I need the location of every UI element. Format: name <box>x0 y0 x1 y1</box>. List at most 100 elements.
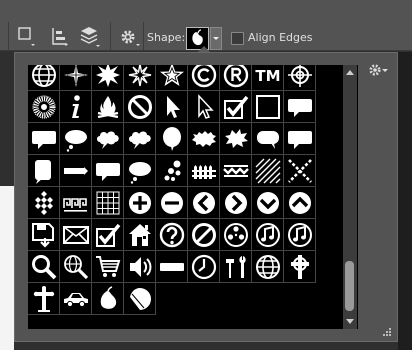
compass-star-icon <box>63 65 88 87</box>
shape-cell[interactable] <box>28 123 60 155</box>
shape-cell[interactable] <box>284 187 316 219</box>
shape-cell[interactable] <box>60 251 92 283</box>
shape-cell[interactable] <box>220 219 252 251</box>
shape-cell[interactable] <box>28 251 60 283</box>
shape-cell[interactable] <box>60 155 92 187</box>
shape-cell[interactable] <box>28 91 60 123</box>
shape-cell[interactable] <box>28 219 60 251</box>
shape-cell[interactable] <box>156 251 188 283</box>
shape-cell[interactable] <box>188 155 220 187</box>
shape-cell[interactable] <box>252 91 284 123</box>
gear-icon[interactable] <box>120 28 142 51</box>
checkerboard-icon <box>34 190 53 215</box>
no-symbol-icon <box>127 94 152 119</box>
shape-cell[interactable] <box>252 251 284 283</box>
shape-cell[interactable] <box>92 187 124 219</box>
shape-label: Shape: <box>147 31 186 44</box>
shape-cell[interactable] <box>92 123 124 155</box>
resize-grip-icon[interactable] <box>382 327 392 340</box>
shape-cell[interactable] <box>60 91 92 123</box>
shape-cell[interactable] <box>284 251 316 283</box>
shape-cell[interactable] <box>60 283 92 315</box>
shape-cell[interactable] <box>156 219 188 251</box>
path-arrangement-icon[interactable] <box>80 26 100 51</box>
shape-cell[interactable] <box>188 91 220 123</box>
shape-cell[interactable] <box>92 283 124 315</box>
shape-cell[interactable] <box>220 155 252 187</box>
shape-cell[interactable] <box>60 187 92 219</box>
grid-icon <box>96 191 119 214</box>
shape-cell[interactable] <box>284 91 316 123</box>
shape-cell[interactable] <box>220 91 252 123</box>
shape-cell[interactable] <box>92 91 124 123</box>
crosshair-target-icon <box>287 65 312 87</box>
picker-menu-gear-icon[interactable] <box>368 63 390 80</box>
shape-cell[interactable] <box>124 123 156 155</box>
path-operations-icon[interactable] <box>18 27 36 50</box>
picker-scrollbar[interactable] <box>343 65 357 329</box>
shape-cell[interactable] <box>220 123 252 155</box>
shape-cell[interactable] <box>124 91 156 123</box>
shape-cell[interactable] <box>124 251 156 283</box>
shape-cell[interactable] <box>28 155 60 187</box>
diagonal-lines-icon <box>255 158 280 183</box>
scroll-down-arrow-icon[interactable] <box>346 319 354 324</box>
shape-cell[interactable] <box>28 65 60 91</box>
shape-cell[interactable] <box>124 65 156 91</box>
rounded-bubble-icon <box>256 130 279 149</box>
shape-cell[interactable] <box>60 219 92 251</box>
shape-cell[interactable] <box>156 155 188 187</box>
shape-cell[interactable] <box>28 283 60 315</box>
shape-cell[interactable] <box>188 219 220 251</box>
shape-cell[interactable] <box>124 187 156 219</box>
shape-cell[interactable] <box>92 251 124 283</box>
shape-cell[interactable] <box>60 123 92 155</box>
shape-picker-dropdown[interactable] <box>210 27 222 50</box>
shape-cell[interactable] <box>188 187 220 219</box>
shape-cell[interactable] <box>252 155 284 187</box>
shape-cell[interactable] <box>124 155 156 187</box>
shape-cell[interactable] <box>124 283 156 315</box>
shape-cell[interactable] <box>284 65 316 91</box>
question-circle-icon <box>159 222 184 247</box>
path-alignment-icon[interactable] <box>51 27 69 50</box>
rectangle-bar-icon <box>159 262 184 271</box>
minus-circle-icon <box>160 191 183 214</box>
shape-cell[interactable] <box>252 187 284 219</box>
shape-cell[interactable] <box>252 123 284 155</box>
shape-cell[interactable] <box>220 187 252 219</box>
align-edges-label[interactable]: Align Edges <box>248 31 313 44</box>
shape-cell[interactable] <box>28 187 60 219</box>
shape-cell[interactable] <box>92 65 124 91</box>
shape-cell[interactable] <box>124 219 156 251</box>
scroll-up-arrow-icon[interactable] <box>346 70 354 75</box>
shape-cell[interactable] <box>92 219 124 251</box>
shape-cell[interactable] <box>284 123 316 155</box>
options-toolbar: Shape: Align Edges <box>0 0 412 51</box>
shape-cell[interactable] <box>156 187 188 219</box>
shape-cell[interactable] <box>188 65 220 91</box>
shape-cell[interactable] <box>188 123 220 155</box>
trademark-icon: TM <box>255 67 280 85</box>
shape-cell[interactable] <box>188 251 220 283</box>
shape-cell[interactable] <box>60 65 92 91</box>
campfire-icon <box>97 95 118 118</box>
scroll-thumb[interactable] <box>345 261 354 311</box>
shape-cell[interactable] <box>156 65 188 91</box>
shape-cell[interactable]: TM <box>252 65 284 91</box>
ball-icon <box>129 287 151 310</box>
web-search-icon <box>63 254 88 279</box>
shape-grid-viewport: TM <box>28 65 358 329</box>
shape-cell[interactable] <box>252 219 284 251</box>
shape-cell[interactable] <box>284 155 316 187</box>
shape-cell[interactable] <box>220 65 252 91</box>
shape-cell[interactable] <box>156 91 188 123</box>
align-edges-checkbox[interactable] <box>231 32 244 45</box>
shape-cell[interactable] <box>92 155 124 187</box>
outline-arrow-cursor-icon <box>197 93 214 119</box>
shape-cell[interactable] <box>156 123 188 155</box>
shape-cell[interactable] <box>220 251 252 283</box>
shape-cell[interactable] <box>284 219 316 251</box>
registered-icon <box>223 65 248 87</box>
picket-fence-icon <box>191 164 216 179</box>
